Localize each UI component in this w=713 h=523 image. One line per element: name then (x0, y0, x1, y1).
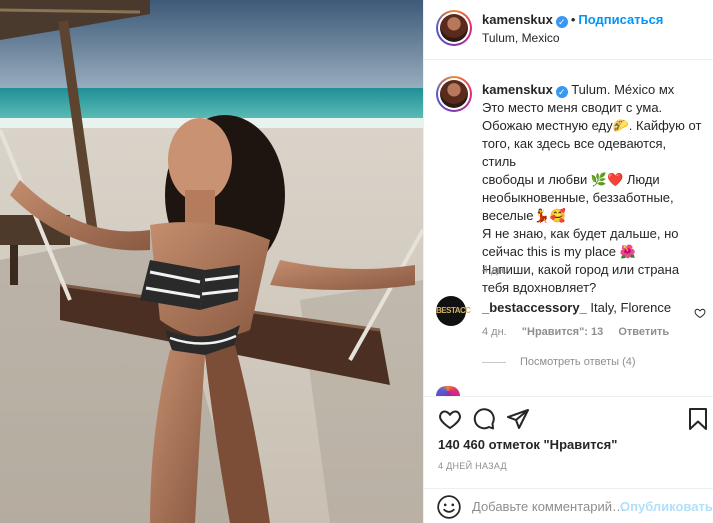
bookmark-icon[interactable] (686, 407, 710, 431)
divider (482, 361, 506, 363)
publish-button[interactable]: Опубликовать (620, 499, 713, 514)
caption-text: kamenskux ✓ Tulum. México мх Это место ме… (482, 81, 702, 297)
caption-line: того, как здесь все одеваются, стиль (482, 136, 667, 169)
comment-input[interactable] (472, 495, 632, 517)
post-timestamp[interactable]: 4 ДНЕЙ НАЗАД (438, 461, 507, 471)
caption-timestamp[interactable]: 4 дн. (482, 264, 507, 276)
comment-text: _bestaccessory_ Italy, Florence (482, 300, 671, 315)
action-bar: 140 460 отметок "Нравится" 4 ДНЕЙ НАЗАД (424, 396, 713, 476)
caption-line: Обожаю местную еду🌮. Кайфую от (482, 118, 702, 133)
separator-dot: • (570, 12, 576, 27)
post-panel: kamenskux ✓ • Подписаться Tulum, Mexico kam… (423, 0, 713, 523)
post-photo[interactable] (0, 0, 423, 523)
comment-username[interactable]: _bestaccessory_ (482, 300, 587, 315)
follow-button[interactable]: Подписаться (578, 12, 663, 27)
verified-icon: ✓ (555, 86, 568, 98)
caption-line: Я не знаю, как будет дальше, но (482, 226, 679, 241)
comment-body: Italy, Florence (586, 300, 672, 315)
username-link[interactable]: kamenskux (482, 12, 553, 27)
likes-count[interactable]: 140 460 отметок "Нравится" (438, 437, 617, 452)
reply-button[interactable]: Ответить (618, 326, 669, 338)
caption-avatar[interactable] (436, 76, 472, 112)
caption-line: необыкновенные, беззаботные, (482, 190, 674, 205)
add-comment-bar: Опубликовать (424, 488, 713, 523)
caption-line: Это место меня сводит с ума. (482, 100, 663, 115)
caption-line: свободы и любви 🌿❤️ Люди (482, 172, 660, 187)
verified-icon: ✓ (555, 16, 568, 28)
caption-line: тебя вдохновляет? (482, 280, 597, 295)
caption-username[interactable]: kamenskux (482, 82, 553, 97)
heart-icon[interactable] (438, 407, 462, 431)
comment-avatar[interactable]: BESTACC (436, 296, 471, 326)
caption-line: сейчас this is my place 🌺 (482, 244, 636, 259)
view-replies-label: Посмотреть ответы (4) (520, 356, 636, 368)
caption-location: Tulum. México мх (571, 82, 675, 97)
comment-time[interactable]: 4 дн. (482, 326, 507, 338)
comment-likes[interactable]: "Нравится": 13 (522, 326, 603, 338)
comment-meta: 4 дн. "Нравится": 13 Ответить (482, 326, 681, 338)
post-header: kamenskux ✓ • Подписаться Tulum, Mexico (424, 0, 713, 60)
view-replies-button[interactable]: Посмотреть ответы (4) (482, 356, 636, 368)
caption-line: веселые💃🥰 (482, 208, 566, 223)
comment-icon[interactable] (472, 407, 496, 431)
small-heart-icon[interactable] (694, 307, 706, 319)
next-comment-avatar[interactable] (436, 386, 460, 396)
emoji-icon[interactable] (436, 494, 462, 520)
beach-swing-photo (0, 0, 423, 523)
avatar[interactable] (436, 10, 472, 46)
location-link[interactable]: Tulum, Mexico (482, 31, 560, 45)
share-icon[interactable] (506, 407, 530, 431)
caption-line: Напиши, какой город или страна (482, 262, 680, 277)
